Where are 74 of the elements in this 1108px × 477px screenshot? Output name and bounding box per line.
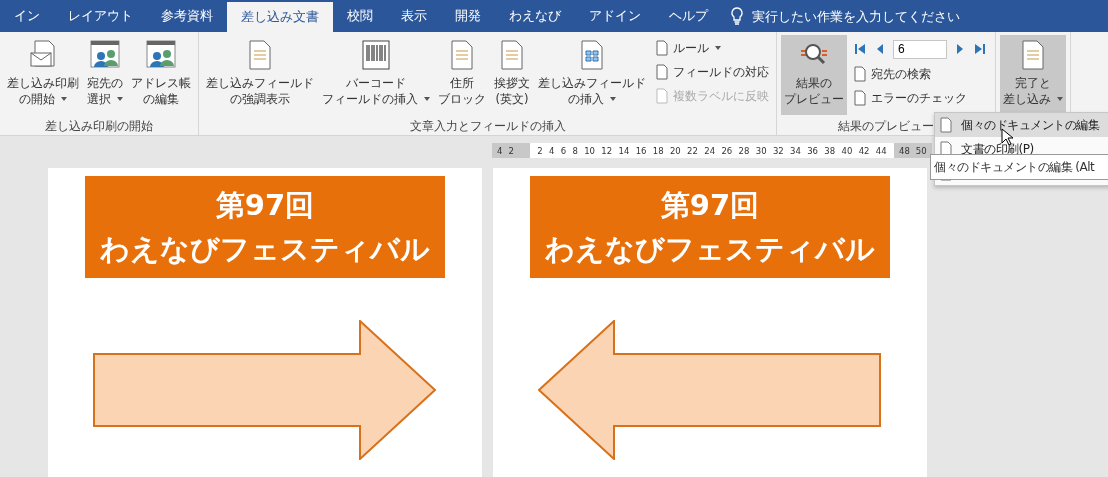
ruler-number: 26 [721,145,733,156]
document-icon [654,88,670,104]
ruler-number: 36 [807,145,818,156]
banner-title: 第97回 [660,187,760,224]
ruler-number: 40 [841,145,853,156]
ruler-number: 20 [669,145,681,156]
ruler-number: 34 [790,145,801,156]
ruler-number: 32 [772,145,784,156]
ruler-number: 38 [824,145,836,156]
ruler-number: 22 [687,145,698,156]
ribbon-button[interactable]: 差し込みフィールド の強調表示 [203,35,317,115]
ribbon-button[interactable]: 宛先の検索 [849,63,991,85]
document-icon [852,66,868,82]
ribbon-button[interactable]: アドレス帳 の編集 [128,35,194,115]
last-record-icon[interactable] [973,42,987,56]
ruler-number: 12 [601,145,613,156]
people-icon [145,39,177,71]
ribbon-tab[interactable]: ヘルプ [655,0,722,32]
ribbon-button[interactable]: 差し込み印刷 の開始 [4,35,82,115]
ruler-number: 16 [635,145,647,156]
ruler-number: 8 [572,145,578,156]
barcode-icon [360,39,392,71]
ruler-number: 44 [875,145,887,156]
ruler-number: 18 [652,145,664,156]
document-icon [654,40,670,56]
ruler-number: 4 [548,145,555,156]
ribbon-tab[interactable]: 校閲 [333,0,387,32]
record-number-field[interactable]: 6 [893,39,947,59]
ruler-number: 28 [738,145,750,156]
ruler-number: 42 [858,145,870,156]
ribbon-tab[interactable]: 表示 [387,0,441,32]
ruler-number: 24 [704,145,716,156]
menu-item[interactable]: 個々のドキュメントの編集 [935,113,1108,137]
ribbon-tab[interactable]: 開発 [441,0,495,32]
ribbon-button[interactable]: 完了と 差し込み [1000,35,1066,115]
ruler-number: 30 [755,145,767,156]
first-record-icon[interactable] [853,42,867,56]
ruler-number: 2 [537,145,543,156]
ruler-number: 10 [584,145,595,156]
lightbulb-icon [730,7,744,25]
ribbon-tab[interactable]: レイアウト [54,0,147,32]
ribbon-tab[interactable]: アドイン [575,0,655,32]
document-icon [654,64,670,80]
ribbon-button[interactable]: フィールドの対応 [651,61,772,83]
tell-me-field[interactable]: 実行したい作業を入力してください [750,7,1014,25]
ruler-number: 6 [560,145,567,156]
group-label: 結果のプレビュー [838,118,934,135]
document-icon [939,117,955,133]
ribbon-button[interactable]: エラーのチェック [849,87,991,109]
ribbon-tab[interactable]: わえなび [495,0,575,32]
ribbon-tab[interactable]: 参考資料 [147,0,227,32]
document-icon [852,90,868,106]
banner-title: わえなびフェスティバル [100,231,430,268]
ruler-number: 14 [618,145,630,156]
banner-title: わえなびフェスティバル [545,231,875,268]
document-icon [939,141,955,157]
ribbon-button[interactable]: 宛先の 選択 [84,35,126,115]
group-label: 文章入力とフィールドの挿入 [409,118,566,135]
ribbon-button[interactable]: 挨拶文 (英文) [491,35,533,115]
ribbon-button[interactable]: 差し込みフィールド の挿入 [535,35,649,115]
ruler-number: 50 [915,145,927,156]
ruler-number: 4 [497,145,503,156]
tooltip: 個々のドキュメントの編集 (Alt [930,154,1108,180]
ribbon-tab[interactable]: イン [0,0,54,32]
ribbon-button[interactable]: 住所 ブロック [435,35,489,115]
people-icon [89,39,121,71]
ribbon-button[interactable]: ルール [651,37,772,59]
ribbon-tab[interactable]: 差し込み文書 [227,2,333,32]
group-label: 差し込み印刷の開始 [45,118,153,135]
banner-title: 第97回 [215,187,315,224]
ribbon-button[interactable]: 結果の プレビュー [781,35,847,115]
ribbon-button[interactable]: バーコード フィールドの挿入 [319,35,433,115]
ruler-number: 2 [508,145,514,156]
ruler-number: 48 [899,145,910,156]
